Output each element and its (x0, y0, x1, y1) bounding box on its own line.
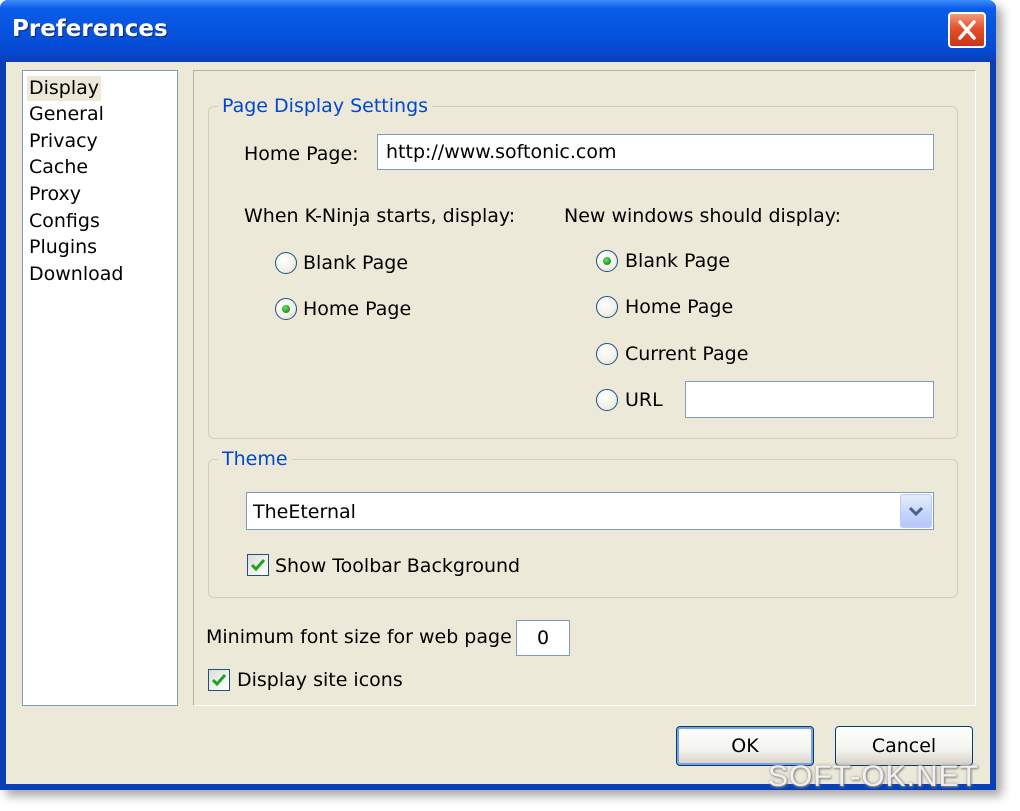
startup-label: When K-Ninja starts, display: (244, 205, 516, 227)
page-display-group-title: Page Display Settings (218, 95, 433, 117)
show-toolbar-background-label[interactable]: Show Toolbar Background (275, 555, 520, 577)
new-window-home-page-label[interactable]: Home Page (625, 296, 733, 318)
startup-home-page-radio[interactable] (275, 298, 297, 320)
new-window-url-input[interactable] (685, 381, 934, 418)
window-title: Preferences (12, 16, 168, 42)
nav-item-configs[interactable]: Configs (27, 209, 102, 234)
home-page-label: Home Page: (244, 143, 359, 165)
new-windows-label: New windows should display: (564, 205, 841, 227)
nav-item-general[interactable]: General (27, 102, 106, 127)
nav-item-download[interactable]: Download (27, 262, 125, 287)
min-font-size-input[interactable]: 0 (516, 620, 570, 656)
theme-dropdown-button[interactable] (900, 494, 932, 528)
startup-home-page-label[interactable]: Home Page (303, 298, 411, 320)
nav-item-plugins[interactable]: Plugins (27, 235, 99, 260)
new-window-url-label[interactable]: URL (625, 389, 663, 411)
category-list[interactable]: Display General Privacy Cache Proxy Conf… (22, 70, 178, 706)
new-window-blank-page-radio[interactable] (596, 250, 618, 272)
checkmark-icon (250, 559, 266, 572)
min-font-size-value: 0 (536, 627, 550, 649)
new-window-url-radio[interactable] (596, 389, 618, 411)
watermark: SOFT-OK.NET (768, 760, 980, 793)
new-window-home-page-radio[interactable] (596, 296, 618, 318)
close-button[interactable] (948, 12, 986, 48)
display-site-icons-checkbox[interactable] (208, 669, 230, 691)
nav-item-cache[interactable]: Cache (27, 155, 90, 180)
checkmark-icon (211, 674, 227, 687)
theme-selected-value: TheEternal (253, 501, 356, 523)
theme-group-title: Theme (218, 448, 292, 470)
theme-select[interactable]: TheEternal (246, 492, 934, 530)
home-page-input[interactable]: http://www.softonic.com (377, 134, 934, 170)
nav-item-proxy[interactable]: Proxy (27, 182, 83, 207)
startup-blank-page-radio[interactable] (275, 252, 297, 274)
home-page-value: http://www.softonic.com (386, 141, 617, 163)
display-site-icons-label[interactable]: Display site icons (237, 669, 403, 691)
new-window-current-page-radio[interactable] (596, 343, 618, 365)
title-bar[interactable]: Preferences (0, 0, 996, 62)
show-toolbar-background-checkbox[interactable] (247, 554, 269, 576)
nav-item-privacy[interactable]: Privacy (27, 129, 100, 154)
min-font-size-label: Minimum font size for web page (206, 626, 512, 648)
close-icon (958, 20, 976, 40)
chevron-down-icon (908, 506, 924, 517)
new-window-blank-page-label[interactable]: Blank Page (625, 250, 730, 272)
new-window-current-page-label[interactable]: Current Page (625, 343, 748, 365)
startup-blank-page-label[interactable]: Blank Page (303, 252, 408, 274)
nav-item-display[interactable]: Display (27, 76, 102, 101)
